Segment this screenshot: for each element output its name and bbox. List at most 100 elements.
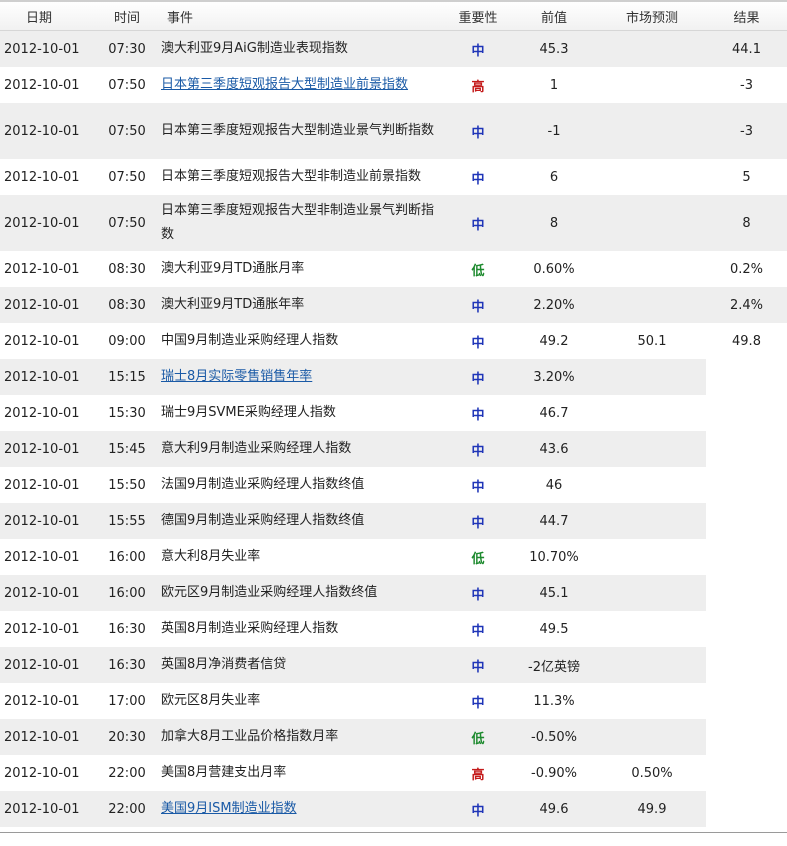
cell-event: 欧元区9月制造业采购经理人指数终值	[159, 575, 446, 611]
cell-date: 2012-10-01	[0, 575, 95, 611]
cell-importance: 中	[446, 611, 510, 647]
event-name: 瑞士9月SVME采购经理人指数	[161, 405, 336, 420]
cell-importance: 中	[446, 647, 510, 683]
cell-importance: 中	[446, 30, 510, 67]
event-link[interactable]: 美国9月ISM制造业指数	[161, 801, 297, 816]
event-link[interactable]: 日本第三季度短观报告大型制造业前景指数	[161, 77, 408, 92]
cell-previous: 45.1	[510, 575, 598, 611]
event-name: 美国8月营建支出月率	[161, 765, 287, 780]
importance-badge: 低	[471, 263, 485, 279]
importance-badge: 低	[471, 551, 485, 567]
cell-date: 2012-10-01	[0, 719, 95, 755]
cell-forecast	[598, 431, 706, 467]
cell-importance: 中	[446, 103, 510, 159]
cell-previous: 8	[510, 195, 598, 251]
cell-importance: 中	[446, 395, 510, 431]
cell-importance: 高	[446, 67, 510, 103]
event-link[interactable]: 瑞士8月实际零售销售年率	[161, 369, 312, 384]
header-previous: 前值	[510, 0, 598, 31]
cell-forecast	[598, 103, 706, 159]
economic-calendar: 日期 时间 事件 重要性 前值 市场预测 结果 2012-10-01 07:30 澳…	[0, 0, 787, 846]
cell-forecast	[598, 359, 706, 395]
cell-time: 15:55	[95, 503, 159, 539]
cell-date: 2012-10-01	[4, 693, 80, 709]
cell-event: 日本第三季度短观报告大型制造业前景指数	[159, 67, 446, 103]
event-name: 澳大利亚9月TD通胀月率	[161, 261, 305, 276]
cell-result	[706, 503, 787, 539]
cell-forecast	[598, 683, 706, 719]
cell-forecast	[598, 251, 706, 287]
header-importance: 重要性	[446, 0, 510, 31]
cell-time: 15:50	[108, 477, 146, 493]
header-time: 时间	[95, 0, 159, 31]
cell-date: 2012-10-01	[0, 791, 95, 827]
cell-previous: -1	[510, 103, 598, 159]
cell-importance: 中	[446, 791, 510, 827]
cell-date: 2012-10-01	[4, 169, 80, 185]
table-row: 2012-10-01 20:30 加拿大8月工业品价格指数月率 低 -0.50%	[0, 719, 787, 755]
cell-event: 意大利8月失业率	[159, 539, 446, 575]
cell-time: 08:30	[95, 287, 159, 323]
cell-time: 07:50	[95, 195, 159, 251]
cell-previous: 1	[549, 77, 559, 93]
cell-event: 法国9月制造业采购经理人指数终值	[159, 467, 446, 503]
importance-badge: 中	[471, 217, 485, 233]
cell-forecast	[598, 539, 706, 575]
cell-event: 美国8月营建支出月率	[159, 755, 446, 791]
header-event: 事件	[159, 0, 446, 31]
cell-forecast	[598, 647, 706, 683]
cell-result	[706, 719, 787, 755]
cell-event: 日本第三季度短观报告大型非制造业前景指数	[159, 159, 446, 195]
importance-badge: 中	[471, 443, 485, 459]
cell-previous: 0.60%	[533, 261, 575, 277]
cell-date: 2012-10-01	[4, 621, 80, 637]
cell-importance: 低	[446, 719, 510, 755]
cell-previous: 6	[549, 169, 559, 185]
cell-importance: 中	[446, 195, 510, 251]
table-row: 2012-10-01 15:30 瑞士9月SVME采购经理人指数 中 46.7	[0, 395, 787, 431]
cell-event: 日本第三季度短观报告大型非制造业景气判断指数	[159, 195, 446, 251]
event-name: 欧元区8月失业率	[161, 693, 261, 708]
table-row: 2012-10-01 16:00 欧元区9月制造业采购经理人指数终值 中 45.1	[0, 575, 787, 611]
cell-time: 20:30	[95, 719, 159, 755]
event-name: 德国9月制造业采购经理人指数终值	[161, 513, 365, 528]
cell-result	[706, 791, 787, 827]
event-name: 加拿大8月工业品价格指数月率	[161, 729, 339, 744]
cell-previous: 46.7	[539, 405, 569, 421]
cell-time: 07:50	[108, 77, 146, 93]
cell-forecast: 0.50%	[631, 765, 673, 781]
cell-previous: 46	[545, 477, 563, 493]
calendar-table: 日期 时间 事件 重要性 前值 市场预测 结果 2012-10-01 07:30 澳…	[0, 0, 787, 827]
cell-importance: 中	[446, 431, 510, 467]
cell-result	[706, 359, 787, 395]
cell-result: 5	[742, 169, 751, 185]
cell-date: 2012-10-01	[4, 765, 80, 781]
cell-result	[706, 431, 787, 467]
cell-previous: 45.3	[510, 30, 598, 67]
cell-time: 16:30	[95, 647, 159, 683]
cell-event: 加拿大8月工业品价格指数月率	[159, 719, 446, 755]
table-row: 2012-10-01 07:50 日本第三季度短观报告大型制造业前景指数 高 1 -3	[0, 67, 787, 103]
cell-previous: 10.70%	[529, 549, 579, 565]
importance-badge: 中	[471, 335, 485, 351]
cell-event: 澳大利亚9月AiG制造业表现指数	[159, 30, 446, 67]
table-row: 2012-10-01 07:30 澳大利亚9月AiG制造业表现指数 中 45.3 44.1	[0, 30, 787, 67]
cell-previous: 49.2	[539, 333, 569, 349]
cell-time: 16:00	[95, 575, 159, 611]
table-row: 2012-10-01 22:00 美国9月ISM制造业指数 中 49.6 49.9	[0, 791, 787, 827]
cell-time: 07:50	[95, 103, 159, 159]
cell-result	[706, 683, 787, 719]
cell-importance: 中	[446, 683, 510, 719]
table-row: 2012-10-01 08:30 澳大利亚9月TD通胀年率 中 2.20% 2.4%	[0, 287, 787, 323]
cell-date: 2012-10-01	[0, 359, 95, 395]
header-result: 结果	[706, 0, 787, 31]
cell-time: 08:30	[108, 261, 146, 277]
cell-date: 2012-10-01	[0, 503, 95, 539]
header-row: 日期 时间 事件 重要性 前值 市场预测 结果	[0, 0, 787, 31]
table-row: 2012-10-01 07:50 日本第三季度短观报告大型非制造业前景指数 中 6 5	[0, 159, 787, 195]
cell-date: 2012-10-01	[4, 549, 80, 565]
importance-badge: 中	[471, 407, 485, 423]
cell-result	[706, 467, 787, 503]
event-name: 澳大利亚9月AiG制造业表现指数	[161, 41, 348, 56]
importance-badge: 中	[471, 479, 485, 495]
